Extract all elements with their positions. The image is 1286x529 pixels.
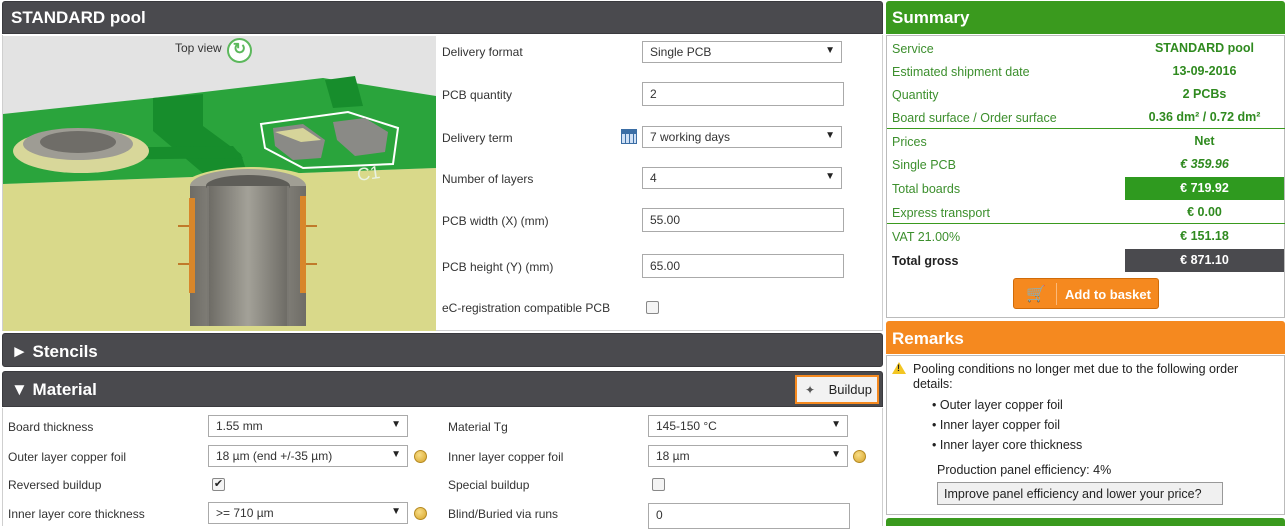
layers-label: Number of layers bbox=[442, 172, 534, 186]
pcb-height-value: 65.00 bbox=[650, 259, 681, 273]
board-thickness-label: Board thickness bbox=[8, 420, 94, 434]
wand-icon: ✦ bbox=[805, 383, 816, 397]
summary-row-total-gross: Total gross € 871.10 bbox=[887, 249, 1285, 272]
delivery-format-select[interactable]: Single PCB ▼ bbox=[642, 41, 842, 63]
chevron-down-icon: ▼ bbox=[825, 171, 835, 182]
pcb-height-label: PCB height (Y) (mm) bbox=[442, 260, 554, 274]
refresh-icon[interactable]: ↻ bbox=[227, 38, 252, 63]
buildup-button[interactable]: ✦ Buildup bbox=[795, 375, 879, 404]
inner-core-value: >= 710 µm bbox=[216, 506, 274, 520]
material-tg-label: Material Tg bbox=[448, 420, 508, 434]
next-section-header bbox=[886, 518, 1285, 526]
calendar-icon[interactable] bbox=[621, 129, 637, 144]
summary-row-surface: Board surface / Order surface 0.36 dm² / … bbox=[887, 106, 1285, 129]
summary-row-single-pcb: Single PCB € 359.96 bbox=[892, 157, 1229, 172]
summary-row-service: Service STANDARD pool bbox=[892, 41, 1255, 56]
improve-efficiency-button[interactable]: Improve panel efficiency and lower your … bbox=[937, 482, 1223, 505]
remarks-header: Remarks bbox=[886, 321, 1285, 354]
board-thickness-select[interactable]: 1.55 mm ▼ bbox=[208, 415, 408, 437]
coin-icon bbox=[414, 450, 427, 463]
stencils-header[interactable]: ► Stencils bbox=[2, 333, 883, 367]
add-to-basket-button[interactable]: 🛒 Add to basket bbox=[1013, 278, 1159, 309]
delivery-format-label: Delivery format bbox=[442, 45, 523, 59]
summary-row-express: Express transport € 0.00 bbox=[887, 201, 1285, 224]
special-buildup-checkbox[interactable] bbox=[652, 478, 665, 491]
coin-icon bbox=[414, 507, 427, 520]
buildup-button-label: Buildup bbox=[828, 382, 872, 397]
blind-via-value: 0 bbox=[656, 508, 663, 522]
improve-efficiency-label: Improve panel efficiency and lower your … bbox=[944, 487, 1202, 501]
reversed-buildup-label: Reversed buildup bbox=[8, 478, 102, 492]
summary-row-total-boards: Total boards € 719.92 bbox=[887, 177, 1285, 200]
standard-pool-title: STANDARD pool bbox=[11, 8, 146, 27]
blind-via-label: Blind/Buried via runs bbox=[448, 507, 559, 521]
pcb-height-input[interactable]: 65.00 bbox=[642, 254, 844, 278]
inner-core-select[interactable]: >= 710 µm ▼ bbox=[208, 502, 408, 524]
chevron-down-icon: ▼ bbox=[825, 130, 835, 141]
summary-row-shipment: Estimated shipment date 13-09-2016 bbox=[892, 64, 1237, 79]
reversed-buildup-checkbox[interactable]: ✔ bbox=[212, 478, 225, 491]
summary-row-quantity: Quantity 2 PCBs bbox=[892, 87, 1227, 102]
stencils-title: ► Stencils bbox=[11, 342, 98, 361]
add-to-basket-label: Add to basket bbox=[1065, 287, 1151, 302]
delivery-format-value: Single PCB bbox=[650, 45, 712, 59]
special-buildup-label: Special buildup bbox=[448, 478, 530, 492]
ec-registration-checkbox[interactable] bbox=[646, 301, 659, 314]
blind-via-input[interactable]: 0 bbox=[648, 503, 850, 529]
delivery-term-select[interactable]: 7 working days ▼ bbox=[642, 126, 842, 148]
remarks-message: Pooling conditions no longer met due to … bbox=[913, 362, 1239, 391]
inner-copper-select[interactable]: 18 µm ▼ bbox=[648, 445, 848, 467]
board-thickness-value: 1.55 mm bbox=[216, 419, 263, 433]
pcb-3d-image: C1 bbox=[3, 76, 436, 331]
summary-title: Summary bbox=[892, 8, 970, 27]
chevron-down-icon: ▼ bbox=[391, 419, 401, 430]
material-tg-value: 145-150 °C bbox=[656, 419, 717, 433]
chevron-down-icon: ▼ bbox=[391, 506, 401, 517]
chevron-down-icon: ▼ bbox=[831, 449, 841, 460]
delivery-term-value: 7 working days bbox=[650, 130, 731, 144]
coin-icon bbox=[853, 450, 866, 463]
layers-value: 4 bbox=[650, 171, 657, 185]
outer-copper-value: 18 µm (end +/-35 µm) bbox=[216, 449, 333, 463]
chevron-down-icon: ▼ bbox=[825, 45, 835, 56]
inner-core-label: Inner layer core thickness bbox=[8, 507, 145, 521]
pcb-preview: C1 Top view ↻ bbox=[3, 36, 436, 331]
material-title: ▼ Material bbox=[11, 380, 97, 399]
material-tg-select[interactable]: 145-150 °C ▼ bbox=[648, 415, 848, 437]
outer-copper-label: Outer layer copper foil bbox=[8, 450, 127, 464]
chevron-down-icon: ▼ bbox=[391, 449, 401, 460]
remarks-list-item: • Outer layer copper foil bbox=[932, 398, 1063, 412]
outer-copper-select[interactable]: 18 µm (end +/-35 µm) ▼ bbox=[208, 445, 408, 467]
delivery-term-label: Delivery term bbox=[442, 131, 513, 145]
chevron-down-icon: ▼ bbox=[831, 419, 841, 430]
pcb-width-label: PCB width (X) (mm) bbox=[442, 214, 549, 228]
top-view-label: Top view bbox=[175, 41, 222, 55]
remarks-list-item: • Inner layer core thickness bbox=[932, 438, 1083, 452]
summary-table: Service STANDARD pool Estimated shipment … bbox=[887, 36, 1285, 276]
cart-icon: 🛒 bbox=[1026, 286, 1046, 303]
summary-row-prices: Prices Net bbox=[892, 134, 1215, 149]
svg-text:C1: C1 bbox=[356, 162, 382, 185]
summary-row-vat: VAT 21.00% € 151.18 bbox=[892, 229, 1229, 244]
remarks-title: Remarks bbox=[892, 329, 964, 348]
standard-pool-header: STANDARD pool bbox=[2, 1, 883, 34]
remarks-list-item: • Inner layer copper foil bbox=[932, 418, 1061, 432]
pcb-width-value: 55.00 bbox=[650, 213, 681, 227]
inner-copper-value: 18 µm bbox=[656, 449, 690, 463]
ec-registration-label: eC-registration compatible PCB bbox=[442, 301, 611, 315]
pcb-quantity-value: 2 bbox=[650, 87, 657, 101]
pcb-width-input[interactable]: 55.00 bbox=[642, 208, 844, 232]
inner-copper-label: Inner layer copper foil bbox=[448, 450, 564, 464]
layers-select[interactable]: 4 ▼ bbox=[642, 167, 842, 189]
summary-header: Summary bbox=[886, 1, 1285, 34]
material-header[interactable]: ▼ Material bbox=[2, 371, 883, 407]
pcb-quantity-input[interactable]: 2 bbox=[642, 82, 844, 106]
panel-efficiency: Production panel efficiency: 4% bbox=[937, 463, 1112, 477]
pcb-quantity-label: PCB quantity bbox=[442, 88, 513, 102]
